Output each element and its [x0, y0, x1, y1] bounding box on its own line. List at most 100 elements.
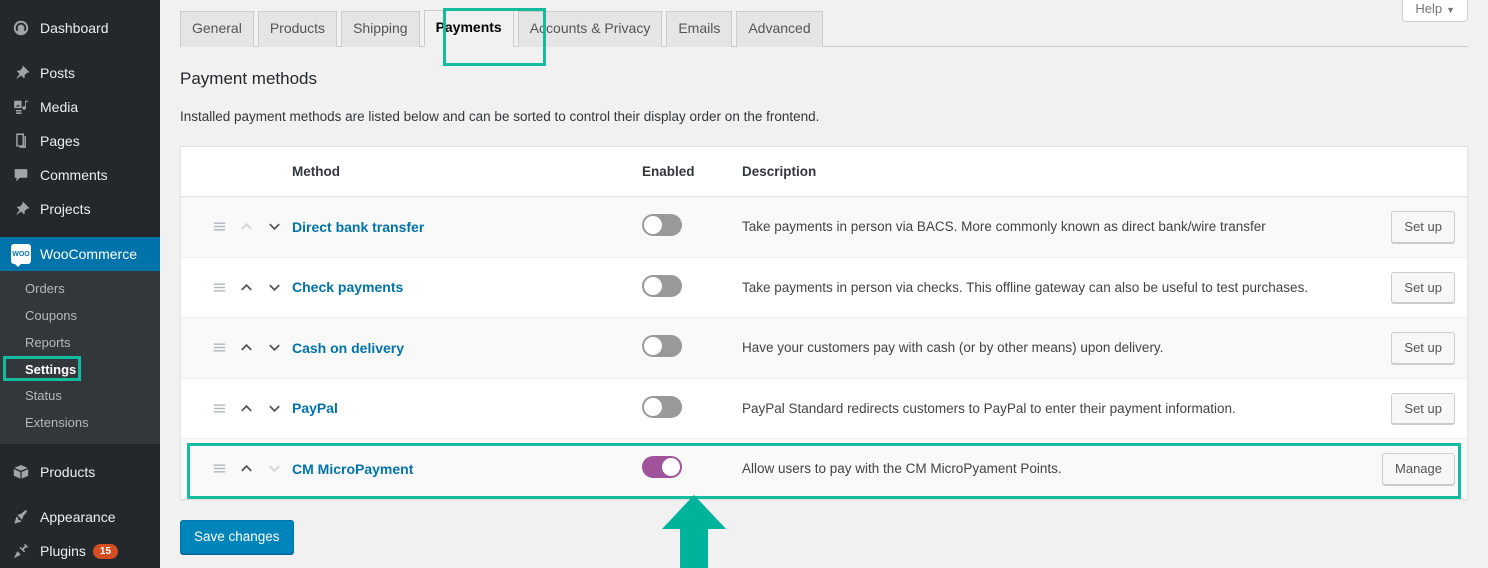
- tab-payments[interactable]: Payments: [423, 10, 514, 47]
- enable-toggle[interactable]: [642, 335, 682, 358]
- table-header: Method Enabled Description: [180, 146, 1468, 197]
- drag-handle-icon[interactable]: [213, 281, 226, 294]
- move-down-icon[interactable]: [267, 219, 282, 234]
- tab-label: Payments: [435, 19, 502, 36]
- setup-button[interactable]: Set up: [1391, 392, 1455, 424]
- submenu-item-status[interactable]: Status: [0, 383, 160, 410]
- sidebar-item-plugins[interactable]: Plugins 15: [0, 534, 160, 568]
- enabled-cell: [642, 196, 742, 258]
- sidebar-item-products[interactable]: Products: [0, 455, 160, 489]
- move-down-icon[interactable]: [267, 401, 282, 416]
- submenu-item-settings[interactable]: Settings: [0, 357, 160, 384]
- method-link[interactable]: PayPal: [292, 400, 338, 416]
- tab-label: Accounts & Privacy: [529, 20, 651, 37]
- payment-methods-table: Method Enabled Description Direct bank t…: [180, 146, 1468, 500]
- manage-button[interactable]: Manage: [1382, 453, 1455, 485]
- woo-icon: WOO: [11, 244, 31, 267]
- table-row: Direct bank transfer Take payments in pe…: [180, 196, 1468, 258]
- sidebar-item-label: Posts: [40, 65, 76, 81]
- tab-advanced[interactable]: Advanced: [736, 11, 823, 47]
- submenu-item-reports[interactable]: Reports: [0, 330, 160, 357]
- submenu-item-coupons[interactable]: Coupons: [0, 303, 160, 330]
- description-cell: Take payments in person via BACS. More c…: [742, 196, 1363, 258]
- column-description: Description: [742, 146, 1363, 197]
- column-enabled: Enabled: [642, 146, 742, 197]
- table-body: Direct bank transfer Take payments in pe…: [180, 196, 1468, 499]
- move-down-icon[interactable]: [267, 461, 282, 476]
- page-title: Payment methods: [180, 69, 318, 88]
- action-cell: Set up: [1362, 257, 1468, 318]
- sidebar-item-label: Pages: [40, 133, 80, 149]
- enable-toggle[interactable]: [642, 456, 682, 479]
- sidebar-item-label: Products: [40, 464, 96, 481]
- move-up-icon[interactable]: [239, 280, 254, 295]
- submenu-item-extensions[interactable]: Extensions: [0, 410, 160, 437]
- tab-shipping[interactable]: Shipping: [341, 11, 420, 47]
- description-cell: Take payments in person via checks. This…: [742, 257, 1363, 318]
- tab-accounts-privacy[interactable]: Accounts & Privacy: [517, 11, 663, 47]
- submenu-item-label: Orders: [25, 281, 65, 296]
- move-up-icon[interactable]: [239, 461, 254, 476]
- action-cell: Set up: [1362, 317, 1468, 379]
- method-link[interactable]: Direct bank transfer: [292, 219, 424, 235]
- tab-products[interactable]: Products: [257, 11, 338, 47]
- method-cell: Check payments: [292, 257, 642, 318]
- admin-sidebar: Dashboard Posts Media Pages Comments Pro…: [0, 0, 160, 568]
- sort-controls-cell: [180, 438, 292, 499]
- media-icon: [11, 97, 31, 117]
- method-link[interactable]: Check payments: [292, 279, 403, 295]
- method-cell: Cash on delivery: [292, 317, 642, 379]
- action-cell: Set up: [1362, 378, 1468, 439]
- enabled-cell: [642, 438, 742, 499]
- sidebar-item-pages[interactable]: Pages: [0, 124, 160, 158]
- pin-icon: [11, 63, 31, 83]
- table-row: Check payments Take payments in person v…: [180, 257, 1468, 318]
- sort-controls-cell: [180, 196, 292, 258]
- submenu-item-orders[interactable]: Orders: [0, 276, 160, 303]
- table-row: CM MicroPayment Allow users to pay with …: [180, 438, 1468, 499]
- move-down-icon[interactable]: [267, 340, 282, 355]
- method-link[interactable]: Cash on delivery: [292, 340, 404, 356]
- setup-button[interactable]: Set up: [1391, 211, 1455, 243]
- method-link[interactable]: CM MicroPayment: [292, 461, 413, 477]
- move-down-icon[interactable]: [267, 280, 282, 295]
- table-header-row: Method Enabled Description: [180, 146, 1468, 197]
- sidebar-item-posts[interactable]: Posts: [0, 56, 160, 90]
- setup-button[interactable]: Set up: [1391, 271, 1455, 303]
- enable-toggle[interactable]: [642, 395, 682, 418]
- sidebar-item-projects[interactable]: Projects: [0, 192, 160, 226]
- drag-handle-icon[interactable]: [213, 462, 226, 475]
- move-up-icon[interactable]: [239, 340, 254, 355]
- method-cell: Direct bank transfer: [292, 196, 642, 258]
- toggle-knob: [644, 337, 662, 356]
- drag-handle-icon[interactable]: [213, 220, 226, 233]
- tab-emails[interactable]: Emails: [666, 11, 733, 47]
- sidebar-item-dashboard[interactable]: Dashboard: [0, 11, 160, 45]
- tab-general[interactable]: General: [180, 11, 254, 47]
- enable-toggle[interactable]: [642, 214, 682, 237]
- setup-button[interactable]: Set up: [1391, 332, 1455, 364]
- sidebar-item-woocommerce[interactable]: WOO WooCommerce: [0, 237, 160, 271]
- sidebar-item-appearance[interactable]: Appearance: [0, 500, 160, 534]
- column-action: [1362, 146, 1468, 197]
- move-up-icon[interactable]: [239, 401, 254, 416]
- description-cell: PayPal Standard redirects customers to P…: [742, 378, 1363, 439]
- drag-handle-icon[interactable]: [213, 341, 226, 354]
- save-changes-button[interactable]: Save changes: [180, 519, 294, 554]
- description-cell: Allow users to pay with the CM MicroPyam…: [742, 438, 1363, 499]
- sidebar-item-media[interactable]: Media: [0, 90, 160, 124]
- sidebar-item-label: Projects: [40, 201, 91, 217]
- action-cell: Set up: [1362, 196, 1468, 258]
- sidebar-item-comments[interactable]: Comments: [0, 158, 160, 192]
- plug-icon: [11, 541, 31, 561]
- sidebar-item-label: Dashboard: [40, 20, 109, 36]
- sort-controls-cell: [180, 378, 292, 439]
- pages-icon: [11, 131, 31, 151]
- move-up-icon[interactable]: [239, 219, 254, 234]
- drag-handle-icon[interactable]: [213, 402, 226, 415]
- enable-toggle[interactable]: [642, 274, 682, 297]
- sort-controls-cell: [180, 317, 292, 379]
- column-sort: [180, 146, 292, 197]
